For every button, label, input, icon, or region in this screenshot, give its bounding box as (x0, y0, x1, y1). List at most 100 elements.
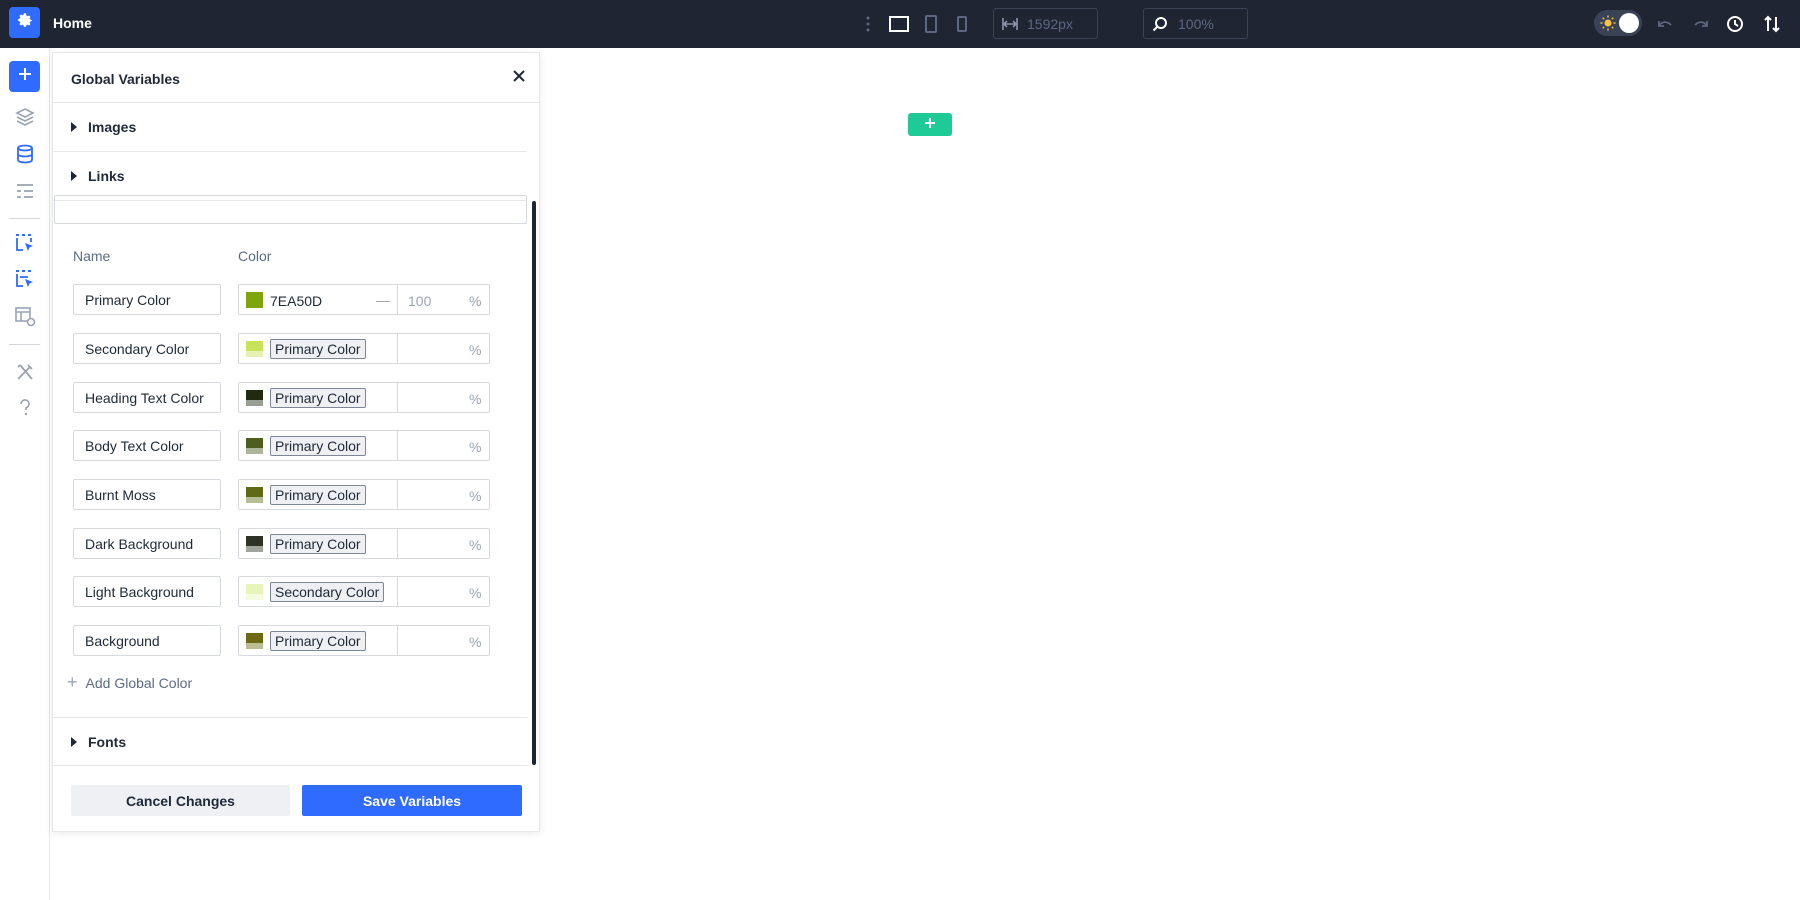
sidebar-divider (9, 344, 40, 345)
variable-row: Heading Text Color Primary Color % (73, 382, 489, 413)
sun-icon (1600, 15, 1616, 36)
alpha-divider (397, 480, 398, 509)
scrollbar[interactable] (532, 201, 536, 765)
section-links[interactable]: Links (53, 152, 527, 201)
variable-name-input[interactable]: Background (73, 625, 221, 656)
layout-settings-icon[interactable] (13, 304, 37, 328)
variable-name-input[interactable]: Primary Color (73, 284, 221, 315)
variable-color-input[interactable]: Primary Color % (238, 528, 490, 559)
color-reference-chip[interactable]: Primary Color (270, 485, 366, 505)
color-reference-chip[interactable]: Primary Color (270, 631, 366, 651)
alpha-divider (397, 431, 398, 460)
variable-name-input[interactable]: Light Background (73, 576, 221, 607)
alpha-divider (397, 334, 398, 363)
help-icon[interactable] (13, 396, 37, 420)
add-element-button[interactable] (9, 61, 40, 92)
settings-button[interactable] (9, 7, 40, 38)
variable-color-input[interactable]: Primary Color % (238, 430, 490, 461)
page-name[interactable]: Home (53, 15, 92, 31)
percent-unit: % (469, 391, 481, 407)
separator-dash: — (376, 292, 390, 308)
canvas-add-section-button[interactable] (908, 113, 952, 136)
column-header-name: Name (73, 248, 110, 264)
color-swatch[interactable] (246, 633, 263, 649)
section-fonts-label: Fonts (88, 734, 126, 750)
section-links-label: Links (88, 168, 125, 184)
color-swatch[interactable] (246, 487, 263, 503)
caret-right-icon (71, 737, 77, 747)
alpha-value[interactable]: 100 (408, 293, 431, 309)
link-indicator-icon (246, 351, 263, 357)
plus-icon: + (67, 672, 78, 693)
variable-color-input[interactable]: Primary Color % (238, 625, 490, 656)
variable-color-input[interactable]: 7EA50D — 100 % (238, 284, 490, 315)
link-indicator-icon (246, 546, 263, 552)
variable-name-input[interactable]: Secondary Color (73, 333, 221, 364)
color-swatch[interactable] (246, 341, 263, 357)
variable-name-input[interactable]: Body Text Color (73, 430, 221, 461)
percent-unit: % (469, 488, 481, 504)
color-reference-chip[interactable]: Primary Color (270, 436, 366, 456)
section-images[interactable]: Images (53, 103, 527, 152)
plus-icon (924, 116, 936, 134)
layers-icon[interactable] (13, 105, 37, 129)
global-variables-panel: Global Variables Images Links Name Color… (52, 52, 540, 832)
more-vertical-icon[interactable] (862, 12, 874, 36)
desktop-icon[interactable] (887, 12, 911, 36)
variable-color-input[interactable]: Primary Color % (238, 333, 490, 364)
structure-icon[interactable] (13, 179, 37, 203)
zoom-icon (1152, 16, 1168, 32)
percent-unit: % (469, 342, 481, 358)
color-hex-value: 7EA50D (270, 293, 322, 309)
mobile-icon[interactable] (950, 12, 974, 36)
redo-icon[interactable] (1688, 12, 1712, 36)
color-reference-chip[interactable]: Primary Color (270, 339, 366, 359)
color-reference-chip[interactable]: Primary Color (270, 388, 366, 408)
link-indicator-icon (246, 594, 263, 600)
close-button[interactable] (508, 67, 530, 89)
variable-row: Light Background Secondary Color % (73, 576, 489, 607)
percent-unit: % (469, 634, 481, 650)
caret-right-icon (71, 171, 77, 181)
color-swatch[interactable] (246, 438, 263, 454)
variable-color-input[interactable]: Primary Color % (238, 479, 490, 510)
theme-toggle[interactable] (1594, 10, 1642, 36)
template-click-icon[interactable] (13, 232, 37, 256)
link-indicator-icon (246, 448, 263, 454)
save-variables-button[interactable]: Save Variables (302, 785, 522, 816)
canvas-width-field[interactable]: 1592px (993, 8, 1098, 39)
variable-name-input[interactable]: Heading Text Color (73, 382, 221, 413)
variable-name-input[interactable]: Burnt Moss (73, 479, 221, 510)
top-bar: Home 1592px 100% (0, 0, 1800, 48)
tablet-icon[interactable] (919, 12, 943, 36)
color-swatch[interactable] (246, 292, 263, 308)
link-indicator-icon (246, 400, 263, 406)
sidebar-divider (9, 218, 40, 219)
column-header-color: Color (238, 248, 271, 264)
variable-color-input[interactable]: Primary Color % (238, 382, 490, 413)
close-icon (512, 69, 526, 88)
variable-color-input[interactable]: Secondary Color % (238, 576, 490, 607)
sort-icon[interactable] (1760, 12, 1784, 36)
color-reference-chip[interactable]: Primary Color (270, 534, 366, 554)
percent-unit: % (469, 585, 481, 601)
tools-icon[interactable] (13, 360, 37, 384)
database-icon[interactable] (13, 142, 37, 166)
color-swatch[interactable] (246, 390, 263, 406)
template-multi-icon[interactable] (13, 268, 37, 292)
left-sidebar (0, 48, 50, 900)
search-input[interactable] (54, 195, 527, 224)
add-global-color-button[interactable]: + Add Global Color (67, 672, 192, 693)
color-swatch[interactable] (246, 584, 263, 600)
history-icon[interactable] (1723, 12, 1747, 36)
section-fonts[interactable]: Fonts (53, 717, 527, 766)
color-reference-chip[interactable]: Secondary Color (270, 582, 384, 602)
undo-icon[interactable] (1654, 12, 1678, 36)
zoom-field[interactable]: 100% (1143, 8, 1248, 39)
color-swatch[interactable] (246, 536, 263, 552)
variable-row: Body Text Color Primary Color % (73, 430, 489, 461)
variable-name-input[interactable]: Dark Background (73, 528, 221, 559)
link-indicator-icon (246, 643, 263, 649)
cancel-changes-button[interactable]: Cancel Changes (71, 785, 290, 816)
variable-row: Dark Background Primary Color % (73, 528, 489, 559)
